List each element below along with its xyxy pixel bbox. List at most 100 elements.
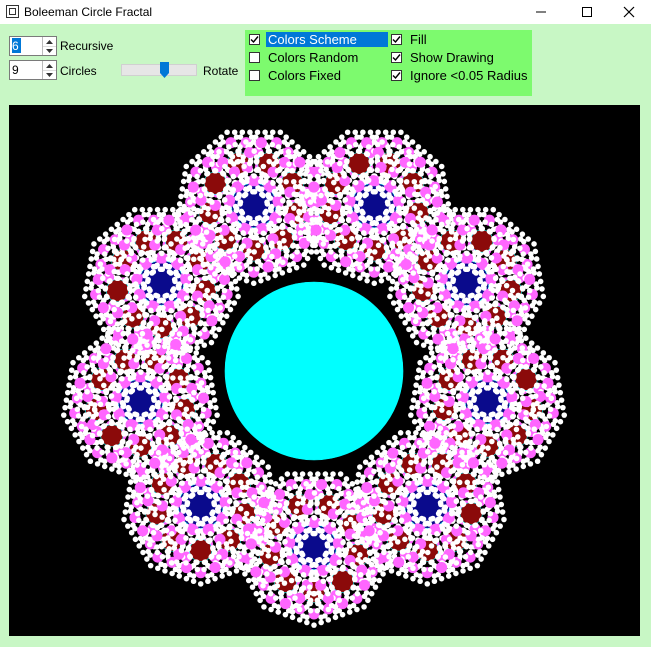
fractal-circle-level-4 <box>172 517 178 524</box>
checkmark-icon <box>250 35 259 43</box>
circles-input[interactable] <box>12 62 40 77</box>
colors-random-checkbox[interactable]: Colors Random <box>249 48 360 66</box>
fractal-circle-level-4 <box>297 201 303 207</box>
fractal-circle-level-4 <box>340 566 346 572</box>
fractal-circle-level-4 <box>127 508 134 514</box>
fractal-circle-level-4 <box>199 235 206 242</box>
fractal-circle-level-4 <box>89 306 96 313</box>
fractal-circle-level-4 <box>230 479 236 486</box>
fractal-circle-level-4 <box>415 215 422 221</box>
fractal-circle-level-4 <box>297 541 304 547</box>
circles-down-button[interactable] <box>43 70 56 79</box>
fractal-circle-level-4 <box>87 458 94 465</box>
fractal-circle-level-4 <box>256 186 263 192</box>
fractal-circle-level-4 <box>245 577 252 584</box>
fractal-circle-level-4 <box>278 576 284 582</box>
fractal-circle-level-4 <box>441 178 448 185</box>
fractal-circle-level-4 <box>120 216 126 223</box>
fractal-circle-level-4 <box>320 534 327 541</box>
fractal-circle-level-4 <box>317 216 323 223</box>
fractal-circle-level-4 <box>407 200 414 207</box>
fractal-circle-level-4 <box>322 552 329 558</box>
fractal-circle-level-4 <box>289 253 295 259</box>
show-drawing-checkbox[interactable]: Show Drawing <box>391 48 496 66</box>
fractal-circle-level-4 <box>368 590 375 597</box>
fractal-circle-level-4 <box>107 313 114 319</box>
fractal-circle-level-4 <box>180 207 187 214</box>
fractal-circle-level-4 <box>80 445 86 451</box>
fractal-circle-level-4 <box>221 526 227 532</box>
fractal-circle-level-4 <box>298 550 305 557</box>
fractal-circle-level-4 <box>193 403 200 410</box>
fractal-circle-level-4 <box>191 256 197 263</box>
recursive-input[interactable] <box>12 38 21 53</box>
fractal-circle-level-4 <box>266 225 272 232</box>
fractal-circle-level-4 <box>231 253 238 259</box>
fractal-circle-level-4 <box>205 418 211 424</box>
fractal-circle-level-4 <box>277 558 284 565</box>
close-button[interactable] <box>607 0 651 24</box>
fractal-circle-level-4 <box>340 211 346 217</box>
fractal-circle-level-4 <box>168 489 174 496</box>
recursive-down-button[interactable] <box>43 46 56 55</box>
fractal-circle-level-4 <box>219 211 226 217</box>
circles-stepper[interactable] <box>9 60 57 80</box>
fractal-circle-level-4 <box>175 449 182 456</box>
fractal-circle-level-4 <box>226 248 232 255</box>
fractal-circle-level-4 <box>244 471 250 477</box>
chevron-down-icon <box>46 48 53 53</box>
fractal-circle-level-4 <box>356 222 363 229</box>
fractal-circle-level-4 <box>201 458 207 465</box>
fractal-circle-level-4 <box>444 193 450 200</box>
fractal-circle-level-4 <box>231 129 238 136</box>
fractal-circle-level-4 <box>251 494 257 500</box>
fractal-circle-level-4 <box>103 256 109 263</box>
fractal-circle-level-4 <box>228 285 235 291</box>
fractal-circle-level-4 <box>175 298 182 304</box>
recursive-stepper[interactable] <box>9 36 57 56</box>
fractal-circle-level-4 <box>124 304 130 311</box>
fractal-circle-level-4 <box>343 547 350 553</box>
fractal-circle-level-4 <box>176 364 183 370</box>
fractal-circle-level-4 <box>162 206 168 213</box>
fractal-circle-level-4 <box>89 362 96 369</box>
fractal-circle-level-4 <box>334 175 340 182</box>
fractal-circle-level-4 <box>215 505 221 512</box>
fractal-circle-level-4 <box>198 338 204 344</box>
fractal-circle-level-4 <box>337 552 344 558</box>
fractal-circle-level-4 <box>141 462 147 468</box>
fractal-circle-level-4 <box>201 566 207 573</box>
fractal-circle-level-4 <box>301 178 307 185</box>
fractal-circle-level-4 <box>209 510 215 517</box>
rotate-slider-thumb[interactable] <box>160 62 169 78</box>
fractal-circle-level-4 <box>327 173 333 179</box>
minimize-button[interactable] <box>519 0 563 24</box>
fractal-circle-level-4 <box>361 593 368 600</box>
app-window: Boleeman Circle Fractal Recursive Circle… <box>0 0 651 647</box>
maximize-button[interactable] <box>565 0 609 24</box>
fractal-circle-level-4 <box>347 542 353 548</box>
fractal-circle-level-4 <box>253 508 260 514</box>
colors-scheme-checkbox[interactable]: Colors Scheme <box>249 30 388 48</box>
fractal-circle-level-4 <box>273 509 279 515</box>
fractal-circle-level-4 <box>298 193 305 200</box>
fractal-circle-level-4 <box>345 490 352 497</box>
rotate-slider[interactable] <box>121 60 197 80</box>
colors-fixed-checkbox[interactable]: Colors Fixed <box>249 66 343 84</box>
fill-checkbox[interactable]: Fill <box>391 30 429 48</box>
ignore-radius-checkbox[interactable]: Ignore <0.05 Radius <box>391 66 529 84</box>
fractal-circle-level-4 <box>421 149 427 155</box>
fractal-circle-level-4 <box>222 186 229 193</box>
fractal-circle-level-4 <box>169 531 175 537</box>
fractal-circle-level-4 <box>223 566 229 573</box>
fractal-circle-level-4 <box>210 546 216 552</box>
fractal-circle-level-3 <box>316 478 328 491</box>
fractal-circle-level-4 <box>304 528 311 534</box>
fractal-circle-level-4 <box>131 206 138 213</box>
fractal-circle-level-4 <box>189 492 196 498</box>
fractal-circle-level-4 <box>336 533 343 539</box>
fractal-circle-level-4 <box>115 275 121 282</box>
fractal-circle-level-4 <box>242 515 248 522</box>
fractal-circle-level-4 <box>438 188 444 195</box>
fractal-circle-level-4 <box>98 438 104 445</box>
